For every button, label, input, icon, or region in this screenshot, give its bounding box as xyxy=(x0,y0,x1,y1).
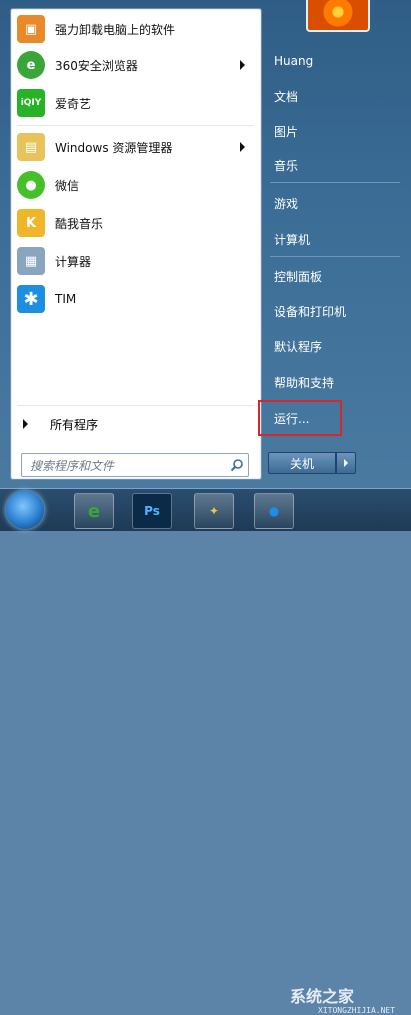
menu-item-kuwo[interactable]: K 酷我音乐 xyxy=(13,205,257,241)
menu-item-tim[interactable]: ✱ TIM xyxy=(13,281,257,317)
app-taskbar-icon[interactable]: ✦ xyxy=(194,493,234,529)
link-pictures[interactable]: 图片 xyxy=(266,117,406,145)
search-icon[interactable] xyxy=(226,454,248,476)
start-menu: ▣ 强力卸载电脑上的软件 e 360安全浏览器 iQIY 爱奇艺 ▤ Windo… xyxy=(0,0,411,488)
submenu-arrow-icon[interactable] xyxy=(240,60,245,70)
menu-item-iqiyi[interactable]: iQIY 爱奇艺 xyxy=(13,85,257,121)
kuwo-music-icon: K xyxy=(17,209,45,237)
link-music[interactable]: 音乐 xyxy=(266,151,406,179)
watermark-subtext: XITONGZHIJIA.NET xyxy=(318,1006,396,1015)
menu-item-wechat[interactable]: ● 微信 xyxy=(13,167,257,203)
expand-arrow-icon xyxy=(23,419,28,429)
menu-item-calculator[interactable]: ▦ 计算器 xyxy=(13,243,257,279)
shutdown-options-button[interactable] xyxy=(336,452,356,474)
menu-divider xyxy=(17,125,253,126)
link-control-panel[interactable]: 控制面板 xyxy=(266,262,406,290)
watermark-text: 系统之家 xyxy=(290,987,355,1006)
calculator-icon: ▦ xyxy=(17,247,45,275)
wechat-icon: ● xyxy=(17,171,45,199)
right-divider xyxy=(270,182,400,183)
link-help-support[interactable]: 帮助和支持 xyxy=(266,368,406,396)
programs-pane: ▣ 强力卸载电脑上的软件 e 360安全浏览器 iQIY 爱奇艺 ▤ Windo… xyxy=(10,8,262,480)
link-default-programs[interactable]: 默认程序 xyxy=(266,332,406,360)
app-taskbar-icon-2[interactable]: ● xyxy=(254,493,294,529)
taskbar: e Ps ✦ ● 系统之家 XITONGZHIJIA.NET xyxy=(0,488,411,1015)
browser-360-icon: e xyxy=(17,51,45,79)
browser-360-taskbar-icon[interactable]: e xyxy=(74,493,114,529)
menu-item-label: 微信 xyxy=(55,178,80,193)
start-orb-button[interactable] xyxy=(6,491,44,529)
folder-explorer-icon: ▤ xyxy=(17,133,45,161)
link-documents[interactable]: 文档 xyxy=(266,82,406,110)
menu-item-label: 酷我音乐 xyxy=(55,216,104,231)
menu-item-label: Windows 资源管理器 xyxy=(55,140,173,155)
menu-divider xyxy=(17,405,253,406)
user-avatar[interactable] xyxy=(306,0,370,32)
uninstall-box-icon: ▣ xyxy=(17,15,45,43)
right-divider xyxy=(270,256,400,257)
link-devices-printers[interactable]: 设备和打印机 xyxy=(266,297,406,325)
link-games[interactable]: 游戏 xyxy=(266,189,406,217)
menu-item-label: 360安全浏览器 xyxy=(55,58,138,73)
link-computer[interactable]: 计算机 xyxy=(266,225,406,253)
tim-icon: ✱ xyxy=(17,285,45,313)
photoshop-taskbar-icon[interactable]: Ps xyxy=(132,493,172,529)
run-highlight-box xyxy=(258,400,342,436)
menu-item-label: 强力卸载电脑上的软件 xyxy=(55,22,176,37)
search-placeholder: 搜索程序和文件 xyxy=(30,458,115,473)
iqiyi-icon: iQIY xyxy=(17,89,45,117)
menu-item-explorer[interactable]: ▤ Windows 资源管理器 xyxy=(13,129,257,165)
menu-item-label: 爱奇艺 xyxy=(55,96,92,111)
menu-item-label: 计算器 xyxy=(55,254,92,269)
all-programs-button[interactable]: 所有程序 xyxy=(13,413,257,435)
submenu-arrow-icon[interactable] xyxy=(240,142,245,152)
menu-item-label: TIM xyxy=(55,292,77,306)
shutdown-button[interactable]: 关机 xyxy=(268,452,336,474)
all-programs-label: 所有程序 xyxy=(50,417,99,432)
chevron-right-icon xyxy=(344,459,348,467)
menu-item-360-browser[interactable]: e 360安全浏览器 xyxy=(13,47,257,83)
menu-item-uninstall[interactable]: ▣ 强力卸载电脑上的软件 xyxy=(13,11,257,47)
search-input[interactable]: 搜索程序和文件 xyxy=(21,453,249,477)
link-user-folder[interactable]: Huang xyxy=(266,47,406,75)
